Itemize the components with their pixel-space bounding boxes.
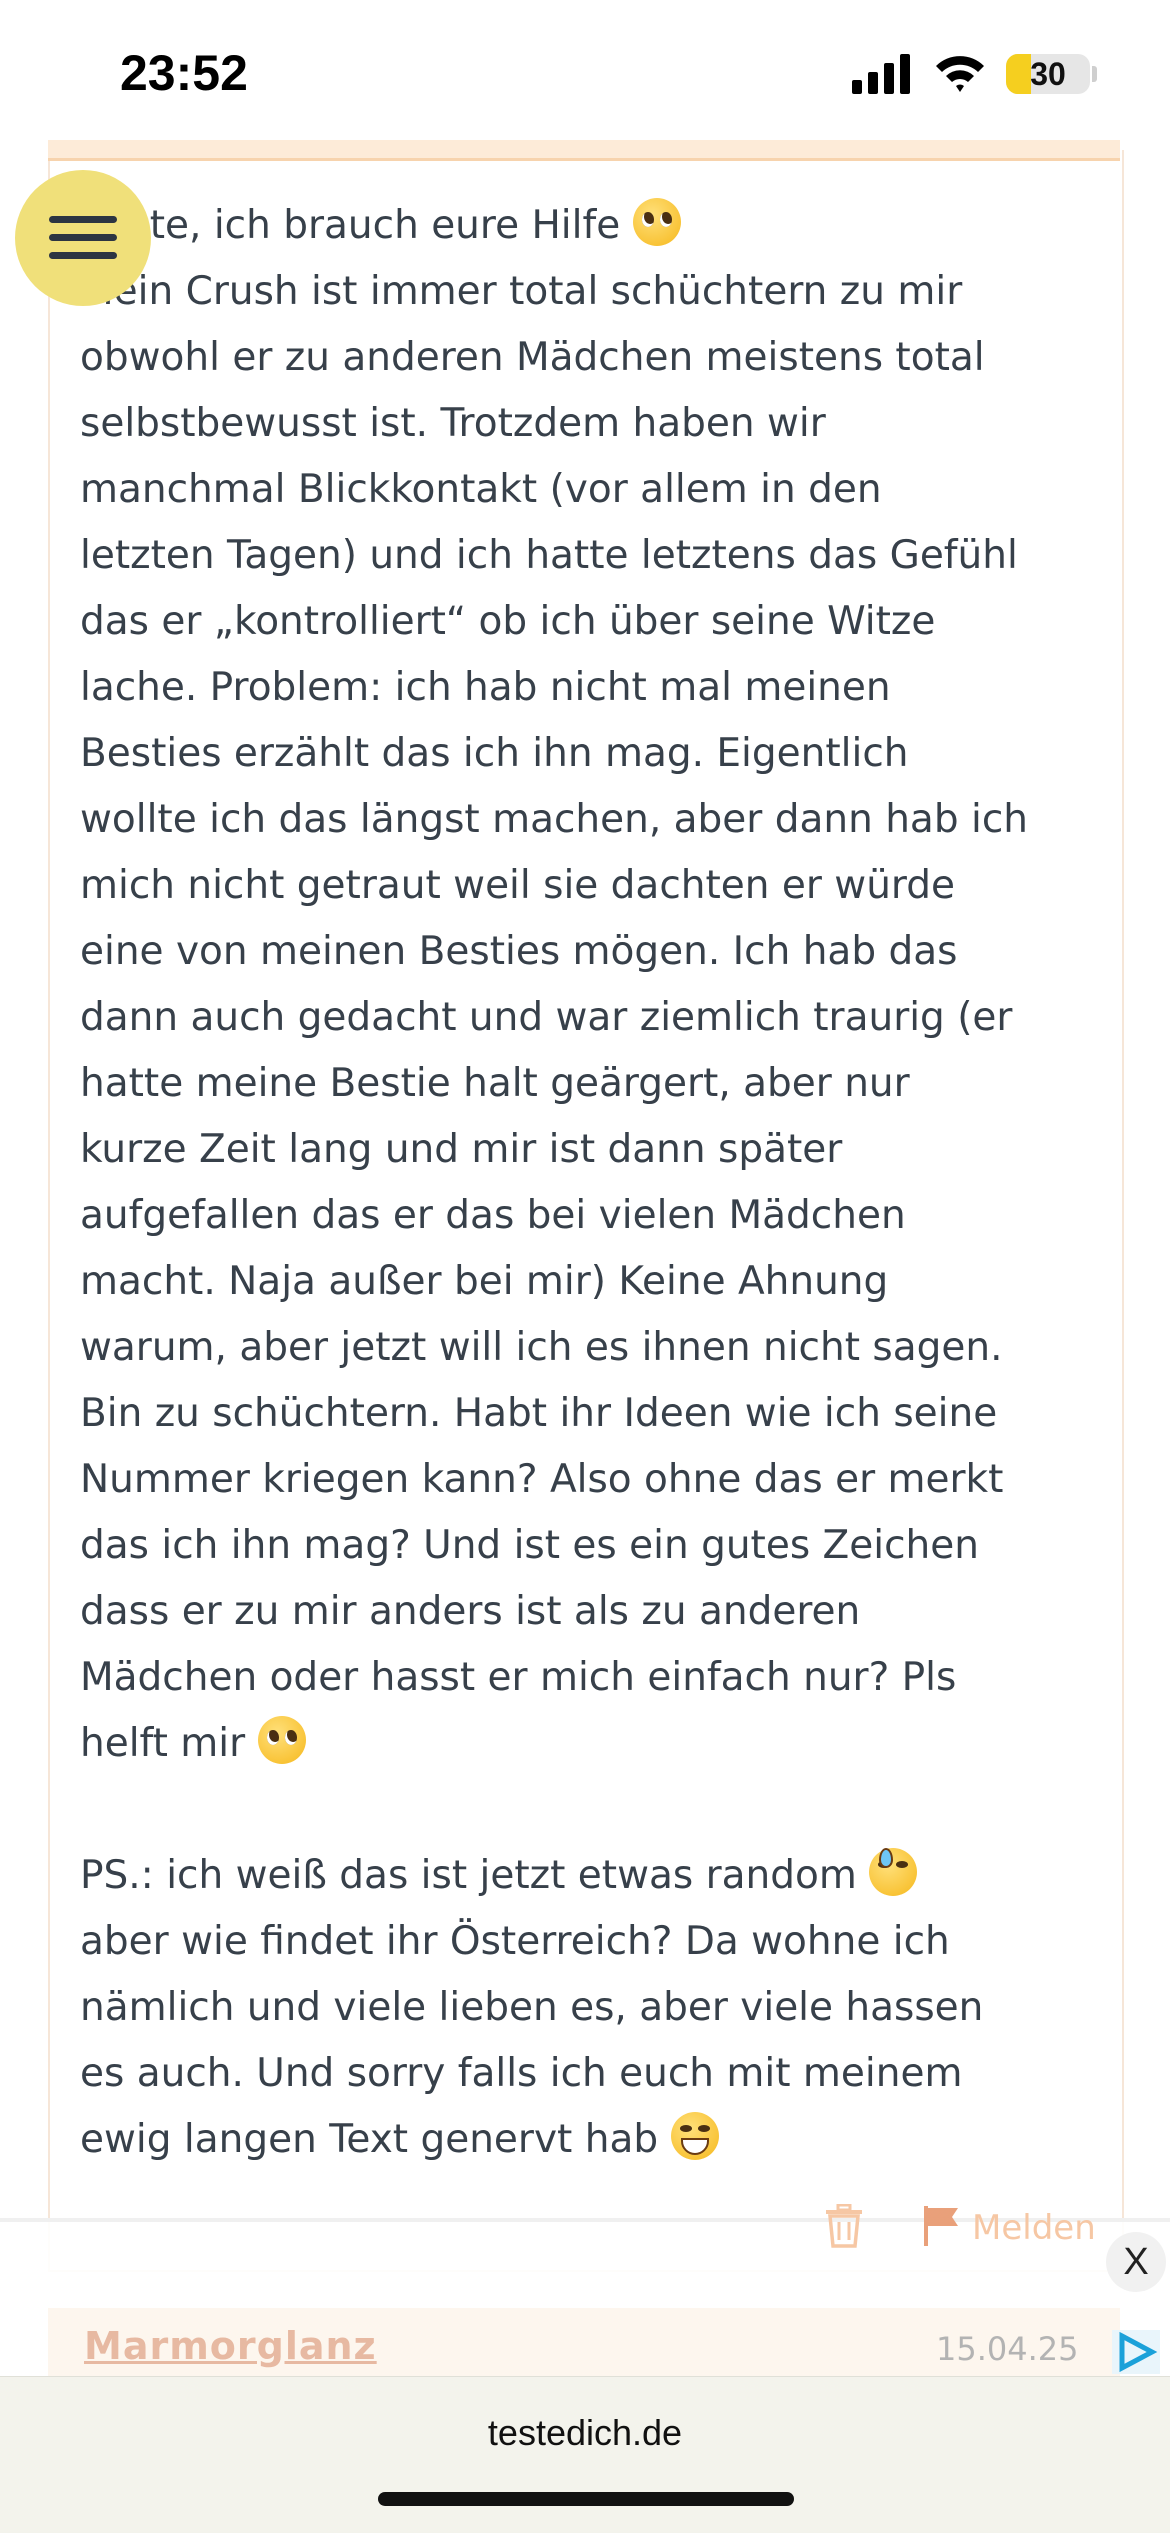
home-indicator xyxy=(378,2492,794,2506)
post-line: eine von meinen Besties mögen. Ich hab d… xyxy=(80,929,958,974)
post-line: dass er zu mir anders ist als zu anderen xyxy=(80,1589,861,1634)
beaming-face-emoji xyxy=(670,2112,719,2160)
status-time: 23:52 xyxy=(120,45,248,101)
post-line: das ich ihn mag? Und ist es ein gutes Ze… xyxy=(80,1523,979,1568)
post-line: Leute, ich brauch eure Hilfe xyxy=(80,193,1120,259)
post-line: Bin zu schüchtern. Habt ihr Ideen wie ic… xyxy=(80,1391,998,1436)
post-line: Mädchen oder hasst er mich einfach nur? … xyxy=(80,1655,957,1700)
close-ad-button[interactable]: X xyxy=(1106,2232,1166,2292)
post-line: helft mir xyxy=(80,1711,1120,1777)
post-line: aber wie findet ihr Österreich? Da wohne… xyxy=(80,1919,950,1964)
post-line: nämlich und viele lieben es, aber viele … xyxy=(80,1985,984,2030)
post-body: Leute, ich brauch eure Hilfe Mein Crush … xyxy=(80,193,1120,2173)
post-line: ewig langen Text genervt hab xyxy=(80,2107,1120,2173)
post-line: aufgefallen das er das bei vielen Mädche… xyxy=(80,1193,906,1238)
trash-icon[interactable] xyxy=(824,2204,864,2248)
post-line: Nummer kriegen kann? Also ohne das er me… xyxy=(80,1457,1004,1502)
post-line: warum, aber jetzt will ich es ihnen nich… xyxy=(80,1325,1003,1370)
cellular-signal-icon xyxy=(852,54,910,94)
post-line xyxy=(80,1777,1120,1843)
battery-icon: 30 xyxy=(1006,54,1090,94)
next-post-username[interactable]: Marmorglanz xyxy=(84,2324,377,2368)
post-line: lache. Problem: ich hab nicht mal meinen xyxy=(80,665,891,710)
post-line: hatte meine Bestie halt geärgert, aber n… xyxy=(80,1061,910,1106)
status-bar: 23:52 30 xyxy=(0,0,1170,140)
post-line: obwohl er zu anderen Mädchen meistens to… xyxy=(80,335,985,380)
grinning-sweat-face-emoji xyxy=(869,1848,918,1896)
ad-choices-icon[interactable] xyxy=(1112,2330,1160,2374)
post-line: kurze Zeit lang und mir ist dann später xyxy=(80,1127,843,1172)
post-line: PS.: ich weiß das ist jetzt etwas random xyxy=(80,1843,1120,1909)
post-line: dann auch gedacht und war ziemlich traur… xyxy=(80,995,1013,1040)
flag-icon[interactable] xyxy=(922,2206,960,2246)
url-label[interactable]: testedich.de xyxy=(0,2412,1170,2454)
post-line: macht. Naja außer bei mir) Keine Ahnung xyxy=(80,1259,889,1304)
post-line: letzten Tagen) und ich hatte letztens da… xyxy=(80,533,1018,578)
post-line: es auch. Und sorry falls ich euch mit me… xyxy=(80,2051,963,2096)
post-line: manchmal Blickkontakt (vor allem in den xyxy=(80,467,882,512)
browser-address-bar[interactable] xyxy=(0,2376,1170,2533)
post-line: selbstbewusst ist. Trotzdem haben wir xyxy=(80,401,826,446)
battery-percent: 30 xyxy=(1030,56,1066,92)
pleading-face-emoji xyxy=(632,198,681,246)
pleading-face-emoji xyxy=(257,1716,306,1764)
battery-cap xyxy=(1092,66,1097,82)
post-line: Mein Crush ist immer total schüchtern zu… xyxy=(80,269,963,314)
wifi-icon xyxy=(936,56,984,92)
report-button[interactable]: Melden xyxy=(972,2208,1096,2248)
post-line: mich nicht getraut weil sie dachten er w… xyxy=(80,863,956,908)
next-post-date: 15.04.25 xyxy=(936,2330,1079,2368)
post-line: Besties erzählt das ich ihn mag. Eigentl… xyxy=(80,731,909,776)
menu-button[interactable] xyxy=(15,170,151,306)
post-line: wollte ich das längst machen, aber dann … xyxy=(80,797,1028,842)
post-line: das er „kontrolliert“ ob ich über seine … xyxy=(80,599,936,644)
